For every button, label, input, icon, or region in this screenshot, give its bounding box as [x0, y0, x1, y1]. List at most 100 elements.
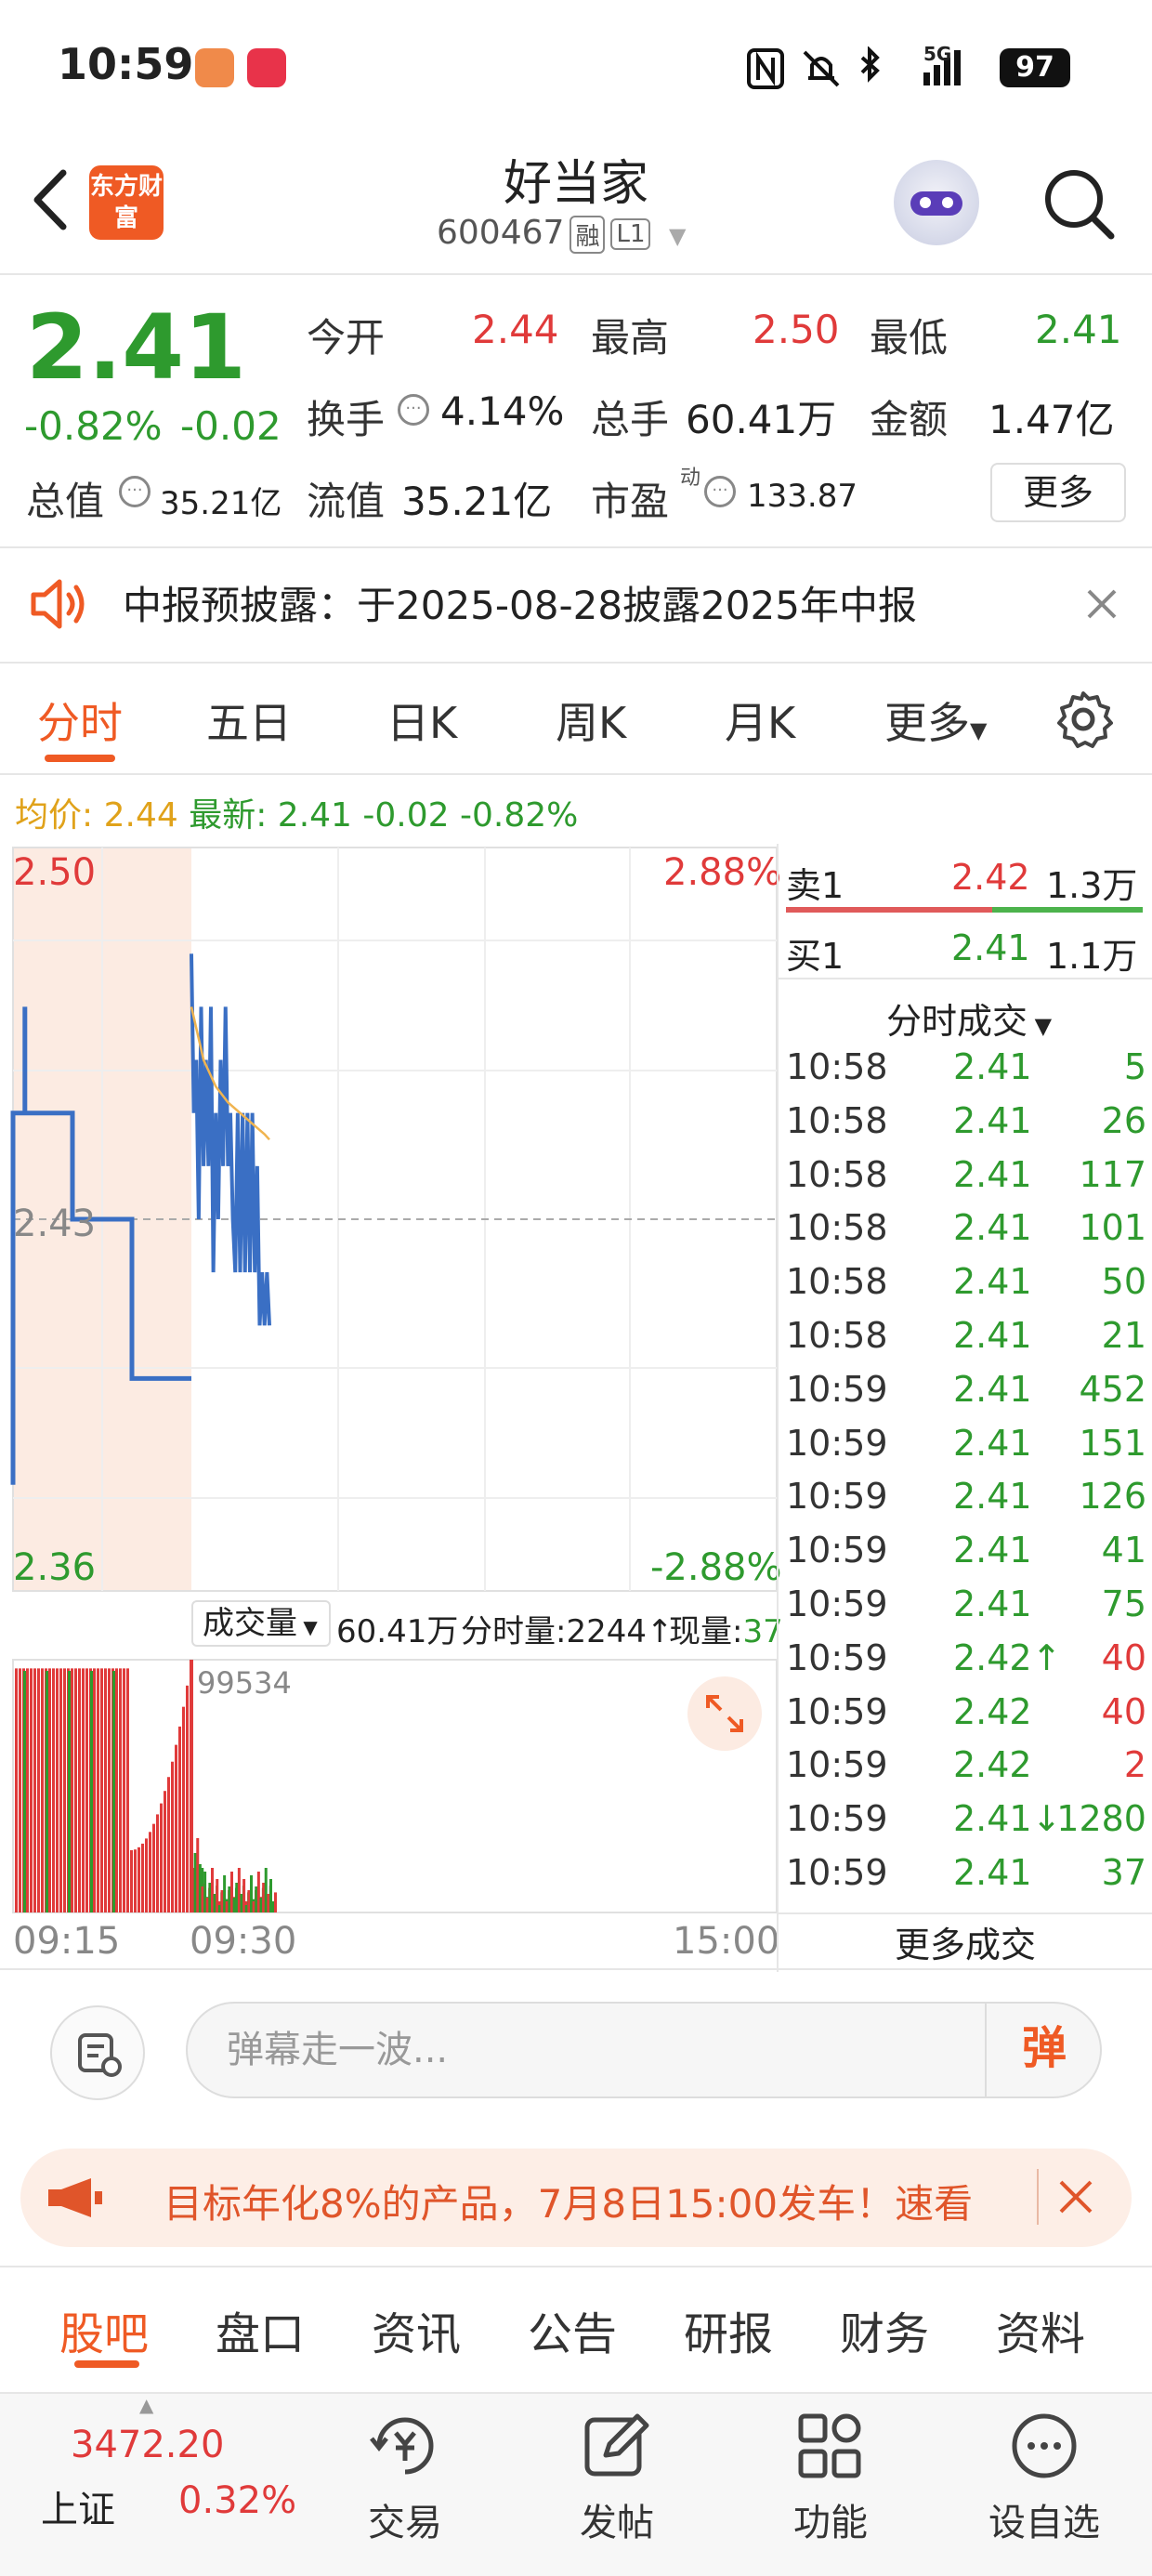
tab-monthly-k[interactable]: 月K [725, 690, 795, 751]
tab-intraday[interactable]: 分时 [37, 690, 123, 751]
volume-bar [37, 1668, 40, 1912]
stock-name: 好当家 [503, 156, 648, 212]
nav-trade[interactable]: 交易 [312, 2492, 498, 2546]
tick-price: 2.41 [953, 1368, 1032, 1410]
tick-price: 2.41↓ [953, 1798, 1062, 1840]
tick-price: 2.41 [953, 1476, 1032, 1518]
tab-weekly-k[interactable]: 周K [556, 690, 626, 751]
index-change-pct[interactable]: 0.32% [178, 2479, 296, 2522]
high-label: 最高 [591, 315, 670, 361]
margin-tag: 融 [569, 215, 606, 254]
active-bottom-tab-indicator [74, 2360, 139, 2368]
signal-5g: 5G [923, 43, 952, 65]
info-icon[interactable]: ··· [398, 394, 429, 426]
tab-finance[interactable]: 财务 [840, 2297, 929, 2362]
trade-yen-icon[interactable] [366, 2411, 444, 2481]
tick-row: 10:58 2.41 5 [786, 1046, 1146, 1100]
volume-bar [33, 1668, 36, 1912]
danmu-input[interactable]: 弹幕走一波... [186, 2002, 1102, 2098]
status-bar: 10:59 5G 97 [0, 0, 1152, 139]
tab-daily-k[interactable]: 日K [386, 690, 457, 751]
intraday-chart[interactable] [0, 844, 777, 1972]
tab-order-book[interactable]: 盘口 [216, 2297, 305, 2362]
volume-bar [208, 1883, 212, 1912]
danmu-send-label: 弹 [1021, 2022, 1067, 2074]
tab-news[interactable]: 资讯 [372, 2297, 461, 2362]
volume-bar [48, 1668, 51, 1912]
volume-bar [71, 1668, 73, 1912]
danmu-send-button[interactable]: 弹 [985, 2002, 1102, 2098]
ticks-title[interactable]: 分时成交 ▼ [886, 992, 1052, 1044]
expand-chart-button[interactable] [687, 1676, 762, 1751]
stock-code-row[interactable]: 600467 融 L1 ▼ [437, 214, 686, 254]
divider [779, 1912, 1152, 1914]
volume-indicator-select[interactable]: 成交量 ▼ [191, 1600, 331, 1647]
index-value[interactable]: 3472.20 [71, 2424, 224, 2466]
buy1-price: 2.41 [951, 927, 1030, 968]
info-icon[interactable]: ··· [704, 476, 736, 507]
tab-profile[interactable]: 资料 [996, 2297, 1085, 2362]
danmu-settings-button[interactable] [50, 2005, 145, 2100]
nav-add-watchlist[interactable]: 设自选 [951, 2492, 1137, 2546]
tab-forum[interactable]: 股吧 [59, 2297, 149, 2362]
volume-bar [115, 1668, 118, 1912]
caret-up-icon: ▲ [139, 2394, 154, 2416]
promo-divider [1037, 2169, 1039, 2225]
volume-bar [244, 1905, 248, 1912]
volume-bar [15, 1668, 18, 1912]
more-ticks-button[interactable]: 更多成交 [779, 1916, 1152, 1967]
current-price: 2.41 [26, 296, 246, 400]
robot-assistant-avatar[interactable] [894, 160, 979, 245]
tick-volume: 37 [1101, 1852, 1146, 1893]
tick-volume: 452 [1079, 1368, 1146, 1410]
tick-price: 2.41 [953, 1153, 1032, 1195]
amount-label: 金额 [870, 397, 949, 442]
tick-row: 10:59 2.41 126 [786, 1476, 1146, 1530]
tick-price: 2.41 [953, 1852, 1032, 1893]
low-value: 2.41 [1035, 307, 1122, 352]
volume-bar [274, 1892, 277, 1912]
notice-text[interactable]: 中报预披露：于2025-08-28披露2025年中报 [123, 574, 917, 631]
more-quote-button[interactable]: 更多 [990, 463, 1126, 522]
nav-functions[interactable]: 功能 [738, 2492, 923, 2546]
danmu-settings-icon [78, 2033, 122, 2077]
close-icon[interactable] [1085, 587, 1119, 621]
functions-grid-icon[interactable] [795, 2411, 866, 2481]
tab-more[interactable]: 更多▼ [884, 690, 987, 751]
volume-bar [46, 1671, 48, 1912]
info-icon[interactable]: ··· [119, 476, 151, 507]
pe-label: 市盈 [591, 479, 670, 524]
tick-volume: 151 [1079, 1422, 1146, 1464]
tick-volume: 40 [1101, 1636, 1146, 1678]
post-edit-icon[interactable] [582, 2411, 652, 2481]
tick-price: 2.41 [953, 1315, 1032, 1356]
tick-time: 10:59 [786, 1690, 888, 1732]
volume-bar [63, 1668, 66, 1912]
volume-bar [152, 1823, 155, 1912]
open-label: 今开 [307, 315, 386, 361]
tab-five-day[interactable]: 五日 [206, 690, 292, 751]
volume-bar [19, 1668, 21, 1912]
tick-time: 10:58 [786, 1207, 888, 1249]
tick-time: 10:58 [786, 1046, 888, 1087]
volume-bar [78, 1668, 81, 1912]
search-icon[interactable] [1041, 165, 1117, 242]
tick-row: 10:59 2.42↑ 40 [786, 1637, 1146, 1691]
current-volume-label: 现量: [669, 1613, 743, 1650]
tick-time: 10:58 [786, 1261, 888, 1303]
index-name[interactable]: 上证 [41, 2479, 115, 2533]
volume-bar [256, 1872, 260, 1912]
divider [0, 773, 1152, 775]
buy1-volume: 1.1万 [1046, 936, 1138, 977]
volume-bar [160, 1803, 163, 1912]
volume-bar [93, 1668, 96, 1912]
close-icon[interactable] [1057, 2178, 1094, 2215]
volume-bar [175, 1744, 177, 1912]
nav-post[interactable]: 发帖 [524, 2492, 710, 2546]
volume-bar [252, 1901, 255, 1912]
more-options-icon[interactable] [1009, 2411, 1080, 2481]
settings-gear-icon[interactable] [1054, 690, 1113, 749]
tab-research[interactable]: 研报 [684, 2297, 773, 2362]
tab-announcements[interactable]: 公告 [528, 2297, 617, 2362]
promo-text[interactable]: 目标年化8%的产品，7月8日15:00发车！速看 [164, 2173, 1000, 2229]
